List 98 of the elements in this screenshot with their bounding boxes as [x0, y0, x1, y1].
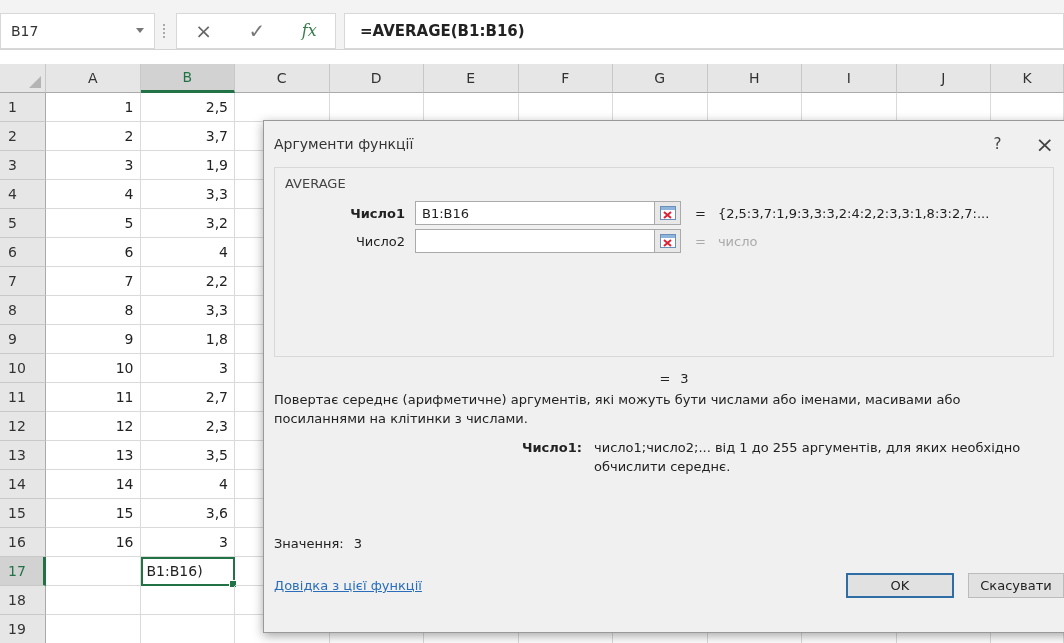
- function-name: AVERAGE: [285, 176, 347, 191]
- table-cell: 2,2: [140, 267, 235, 296]
- table-cell: 3: [46, 151, 141, 180]
- range-picker-button[interactable]: [655, 229, 681, 253]
- column-header[interactable]: E: [424, 64, 519, 93]
- table-cell: 13: [46, 441, 141, 470]
- table-cell: 8: [46, 296, 141, 325]
- table-cell: 3: [140, 354, 235, 383]
- cancel-button[interactable]: ×: [189, 17, 218, 44]
- value-label: Значення:: [274, 536, 344, 551]
- column-header[interactable]: G: [613, 64, 708, 93]
- row-header[interactable]: 15: [0, 499, 46, 528]
- table-cell: 1,9: [140, 151, 235, 180]
- equals-sign: =: [695, 233, 706, 249]
- row-header[interactable]: 3: [0, 151, 46, 180]
- column-header[interactable]: F: [518, 64, 613, 93]
- active-cell: B1:B16): [140, 557, 235, 586]
- table-cell: 16: [46, 528, 141, 557]
- table-cell: 3,2: [140, 209, 235, 238]
- argument-label: Число2: [354, 233, 406, 249]
- row-header[interactable]: 4: [0, 180, 46, 209]
- column-header[interactable]: B: [140, 64, 235, 93]
- table-cell: 2,3: [140, 412, 235, 441]
- column-header[interactable]: H: [707, 64, 802, 93]
- row-header[interactable]: 13: [0, 441, 46, 470]
- row-header[interactable]: 2: [0, 122, 46, 151]
- row-header[interactable]: 17: [0, 557, 46, 586]
- fill-handle[interactable]: [229, 580, 237, 588]
- column-header[interactable]: D: [329, 64, 424, 93]
- cancel-button[interactable]: Скасувати: [968, 573, 1064, 598]
- argument-label: Число1: [349, 205, 406, 221]
- row-header[interactable]: 9: [0, 325, 46, 354]
- range-picker-icon: [659, 234, 676, 248]
- table-cell: 12: [46, 412, 141, 441]
- equals-sign: =: [659, 371, 671, 386]
- row-header[interactable]: 14: [0, 470, 46, 499]
- close-button[interactable]: ×: [1035, 131, 1054, 157]
- argument-help-label: Число1:: [520, 439, 582, 457]
- argument-help-text: число1;число2;... від 1 до 255 аргументів, для яких необхідно обчислити середнє.: [594, 439, 1022, 476]
- table-cell: 2,7: [140, 383, 235, 412]
- table-cell: 9: [46, 325, 141, 354]
- triangle-icon: [29, 76, 41, 88]
- column-header[interactable]: A: [46, 64, 141, 93]
- enter-button[interactable]: ✓: [242, 17, 272, 44]
- table-cell: 15: [46, 499, 141, 528]
- column-header[interactable]: I: [802, 64, 897, 93]
- formula-result: 3: [680, 371, 689, 386]
- argument-result: {2,5:3,7:1,9:3,3:3,2:4:2,2:3,3:1,8:3:2,7:...: [717, 205, 990, 221]
- table-cell: 6: [46, 238, 141, 267]
- table-cell: 10: [46, 354, 141, 383]
- row-header[interactable]: 18: [0, 586, 46, 615]
- table-cell: 3,5: [140, 441, 235, 470]
- equals-sign: =: [695, 205, 706, 221]
- table-cell: 3,7: [140, 122, 235, 151]
- table-cell: 3,3: [140, 296, 235, 325]
- row-header[interactable]: 8: [0, 296, 46, 325]
- table-cell: 4: [140, 470, 235, 499]
- ok-button[interactable]: OK: [846, 573, 954, 598]
- insert-function-button[interactable]: fx: [295, 20, 323, 41]
- value-text: 3: [353, 536, 362, 551]
- table-cell: 3,3: [140, 180, 235, 209]
- row-header[interactable]: 19: [0, 615, 46, 643]
- help-link[interactable]: Довідка з цієї функції: [274, 578, 832, 593]
- argument-result: число: [717, 233, 758, 249]
- row-header[interactable]: 7: [0, 267, 46, 296]
- table-cell: 7: [46, 267, 141, 296]
- table-cell: 3: [140, 528, 235, 557]
- table-cell: 3,6: [140, 499, 235, 528]
- table-cell: 2,5: [140, 93, 235, 122]
- range-picker-button[interactable]: [655, 201, 681, 225]
- column-header[interactable]: J: [896, 64, 991, 93]
- table-cell: 2: [46, 122, 141, 151]
- column-header[interactable]: C: [235, 64, 330, 93]
- column-header[interactable]: K: [991, 64, 1064, 93]
- name-box[interactable]: B17: [0, 12, 155, 49]
- help-button[interactable]: ?: [993, 135, 1002, 153]
- table-cell: 4: [140, 238, 235, 267]
- row-header[interactable]: 1: [0, 93, 46, 122]
- argument-field[interactable]: B1:B16: [415, 201, 655, 225]
- function-description: Повертає середнє (арифметичне) аргументів, які можуть бути числами або іменами, масивами або посиланнями на клітинки з числами.: [274, 391, 962, 428]
- range-picker-icon: [659, 206, 676, 220]
- grip-icon: [163, 23, 168, 38]
- dropdown-caret-icon: [136, 28, 144, 33]
- table-cell: 1: [46, 93, 141, 122]
- row-header[interactable]: 6: [0, 238, 46, 267]
- row-header[interactable]: 11: [0, 383, 46, 412]
- dialog-title: Аргументи функції: [274, 136, 415, 152]
- row-header[interactable]: 5: [0, 209, 46, 238]
- row-header[interactable]: 12: [0, 412, 46, 441]
- table-cell: 5: [46, 209, 141, 238]
- row-header[interactable]: 16: [0, 528, 46, 557]
- table-cell: 14: [46, 470, 141, 499]
- table-cell: 11: [46, 383, 141, 412]
- argument-field[interactable]: [415, 229, 655, 253]
- table-cell: 1,8: [140, 325, 235, 354]
- table-cell: 4: [46, 180, 141, 209]
- formula-field[interactable]: =AVERAGE(B1:B16): [344, 12, 1064, 49]
- row-header[interactable]: 10: [0, 354, 46, 383]
